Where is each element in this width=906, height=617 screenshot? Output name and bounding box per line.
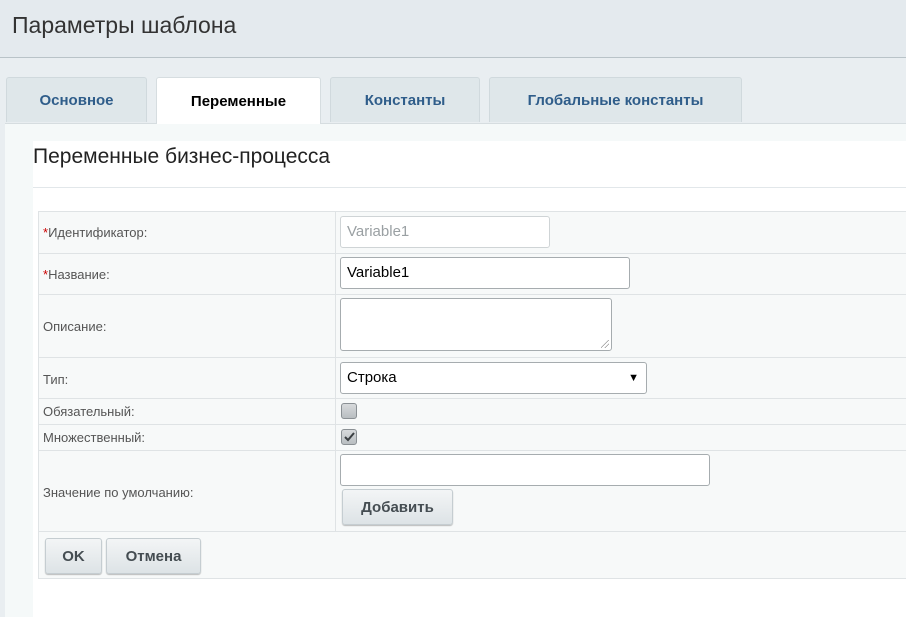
- tab-variables-label: Переменные: [190, 92, 287, 110]
- tab-constants[interactable]: Константы: [330, 77, 480, 122]
- tab-variables[interactable]: Переменные: [156, 77, 321, 124]
- tab-constants-label: Константы: [364, 91, 446, 109]
- divider: [33, 187, 906, 188]
- default-value-input[interactable]: [340, 454, 710, 486]
- row-default-value: Значение по умолчанию: Добавить: [39, 451, 906, 532]
- required-checkbox[interactable]: [341, 403, 357, 419]
- ok-button[interactable]: OK: [45, 538, 102, 574]
- multiple-label: Множественный:: [43, 430, 146, 445]
- ok-button-label: OK: [62, 547, 85, 565]
- row-required: Обязательный:: [39, 399, 906, 425]
- description-textarea[interactable]: [340, 298, 612, 351]
- identifier-label: Идентификатор:: [48, 225, 148, 240]
- type-selected-value: Строка: [347, 369, 397, 386]
- name-value: Variable1: [347, 264, 410, 281]
- dropdown-arrow-icon: ▼: [628, 372, 639, 384]
- section-title: Переменные бизнес-процесса: [33, 145, 331, 168]
- row-type: Тип: Строка ▼: [39, 358, 906, 399]
- resize-grip-icon[interactable]: [601, 340, 609, 348]
- default-value-label: Значение по умолчанию:: [43, 485, 194, 500]
- name-label: Название:: [48, 267, 110, 282]
- name-input[interactable]: Variable1: [340, 257, 630, 289]
- tab-panel: Переменные бизнес-процесса *Идентификато…: [5, 123, 906, 617]
- row-description: Описание:: [39, 295, 906, 358]
- identifier-input: Variable1: [340, 216, 550, 248]
- type-label: Тип:: [43, 372, 69, 387]
- cancel-button-label: Отмена: [125, 547, 182, 565]
- checkmark-icon: [344, 432, 355, 442]
- row-identifier: *Идентификатор: Variable1: [39, 212, 906, 254]
- tab-main-label: Основное: [39, 91, 114, 109]
- content-area: Переменные бизнес-процесса *Идентификато…: [33, 141, 906, 617]
- add-button-label: Добавить: [361, 498, 434, 516]
- description-label: Описание:: [43, 319, 107, 334]
- tab-global-constants-label: Глобальные константы: [527, 91, 704, 109]
- tab-main[interactable]: Основное: [6, 77, 147, 122]
- title-bar: Параметры шаблона: [0, 0, 906, 58]
- type-select[interactable]: Строка ▼: [340, 362, 647, 394]
- row-name: *Название: Variable1: [39, 254, 906, 295]
- window-title: Параметры шаблона: [12, 12, 237, 38]
- identifier-value: Variable1: [347, 223, 410, 240]
- variable-form: *Идентификатор: Variable1 *Название: Var…: [38, 211, 906, 579]
- multiple-checkbox[interactable]: [341, 429, 357, 445]
- tab-bar: Основное Переменные Константы Глобальные…: [0, 77, 906, 124]
- required-label: Обязательный:: [43, 404, 135, 419]
- row-multiple: Множественный:: [39, 425, 906, 451]
- tab-global-constants[interactable]: Глобальные константы: [489, 77, 742, 122]
- cancel-button[interactable]: Отмена: [106, 538, 201, 574]
- add-button[interactable]: Добавить: [342, 489, 453, 525]
